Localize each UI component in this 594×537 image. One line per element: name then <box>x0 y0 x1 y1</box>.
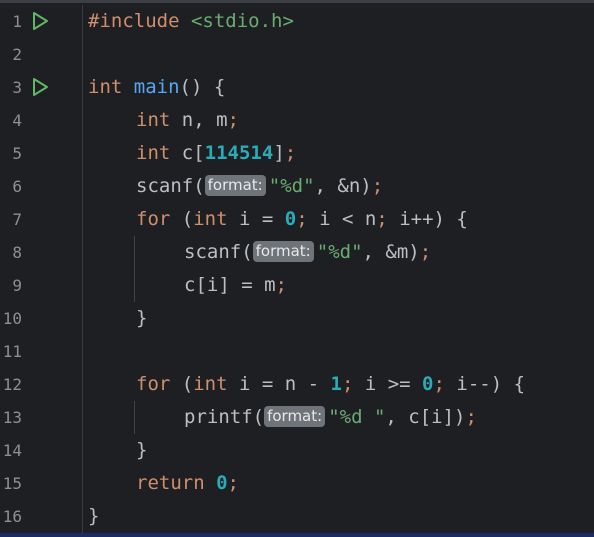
code-line[interactable]: 9 c[i] = m; <box>0 269 594 302</box>
line-number: 14 <box>2 441 22 460</box>
line-number: 12 <box>2 375 22 394</box>
code-line[interactable]: 13 printf(format: "%d ", c[i]); <box>0 401 594 434</box>
parameter-hint: format: <box>264 406 326 427</box>
line-number: 8 <box>12 243 22 262</box>
line-number: 15 <box>2 474 22 493</box>
line-number: 5 <box>12 144 22 163</box>
code-text: #include <stdio.h> <box>88 10 294 32</box>
code-text: } <box>136 307 148 329</box>
line-number: 3 <box>12 78 22 97</box>
parameter-hint: format: <box>204 175 266 196</box>
code-text: int n, m; <box>136 109 239 131</box>
code-text: } <box>136 439 148 461</box>
line-number: 10 <box>2 309 22 328</box>
code-line[interactable]: 12 for (int i = n - 1; i >= 0; i--) { <box>0 368 594 401</box>
code-line[interactable]: 7 for (int i = 0; i < n; i++) { <box>0 203 594 236</box>
code-line[interactable]: 6 scanf(format: "%d", &n); <box>0 170 594 203</box>
parameter-hint: format: <box>252 241 314 262</box>
line-number: 13 <box>2 408 22 427</box>
run-icon[interactable] <box>30 11 50 31</box>
code-text: for (int i = 0; i < n; i++) { <box>136 208 468 230</box>
code-line[interactable]: 10 } <box>0 302 594 335</box>
line-number: 11 <box>2 342 22 361</box>
code-line[interactable]: 5 int c[114514]; <box>0 137 594 170</box>
code-line[interactable]: 11 <box>0 335 594 368</box>
run-icon[interactable] <box>30 77 50 97</box>
code-line[interactable]: 16 } <box>0 500 594 533</box>
line-number: 1 <box>12 12 22 31</box>
code-text: int c[114514]; <box>136 142 297 164</box>
code-text: for (int i = n - 1; i >= 0; i--) { <box>136 373 526 395</box>
code-line[interactable]: 2 <box>0 38 594 71</box>
code-text: printf(format: "%d ", c[i]); <box>184 406 477 428</box>
code-line[interactable]: 1 #include <stdio.h> <box>0 5 594 38</box>
editor-top-border <box>0 0 594 3</box>
line-number: 6 <box>12 177 22 196</box>
code-text: c[i] = m; <box>184 274 287 296</box>
code-text: return 0; <box>136 472 239 494</box>
code-text: int main() { <box>88 76 226 98</box>
line-number: 4 <box>12 111 22 130</box>
status-bar-edge <box>0 533 594 537</box>
code-line[interactable]: 4 int n, m; <box>0 104 594 137</box>
code-line[interactable]: 14 } <box>0 434 594 467</box>
code-text: } <box>88 505 100 527</box>
line-number: 9 <box>12 276 22 295</box>
line-number: 16 <box>2 507 22 526</box>
code-line[interactable]: 8 scanf(format: "%d", &m); <box>0 236 594 269</box>
code-text: scanf(format: "%d", &n); <box>136 175 384 197</box>
code-line[interactable]: 15 return 0; <box>0 467 594 500</box>
line-number: 2 <box>12 45 22 64</box>
code-line[interactable]: 3 int main() { <box>0 71 594 104</box>
code-text: scanf(format: "%d", &m); <box>184 241 432 263</box>
code-editor[interactable]: 1 #include <stdio.h> 2 3 int main() { 4 … <box>0 5 594 533</box>
line-number: 7 <box>12 210 22 229</box>
